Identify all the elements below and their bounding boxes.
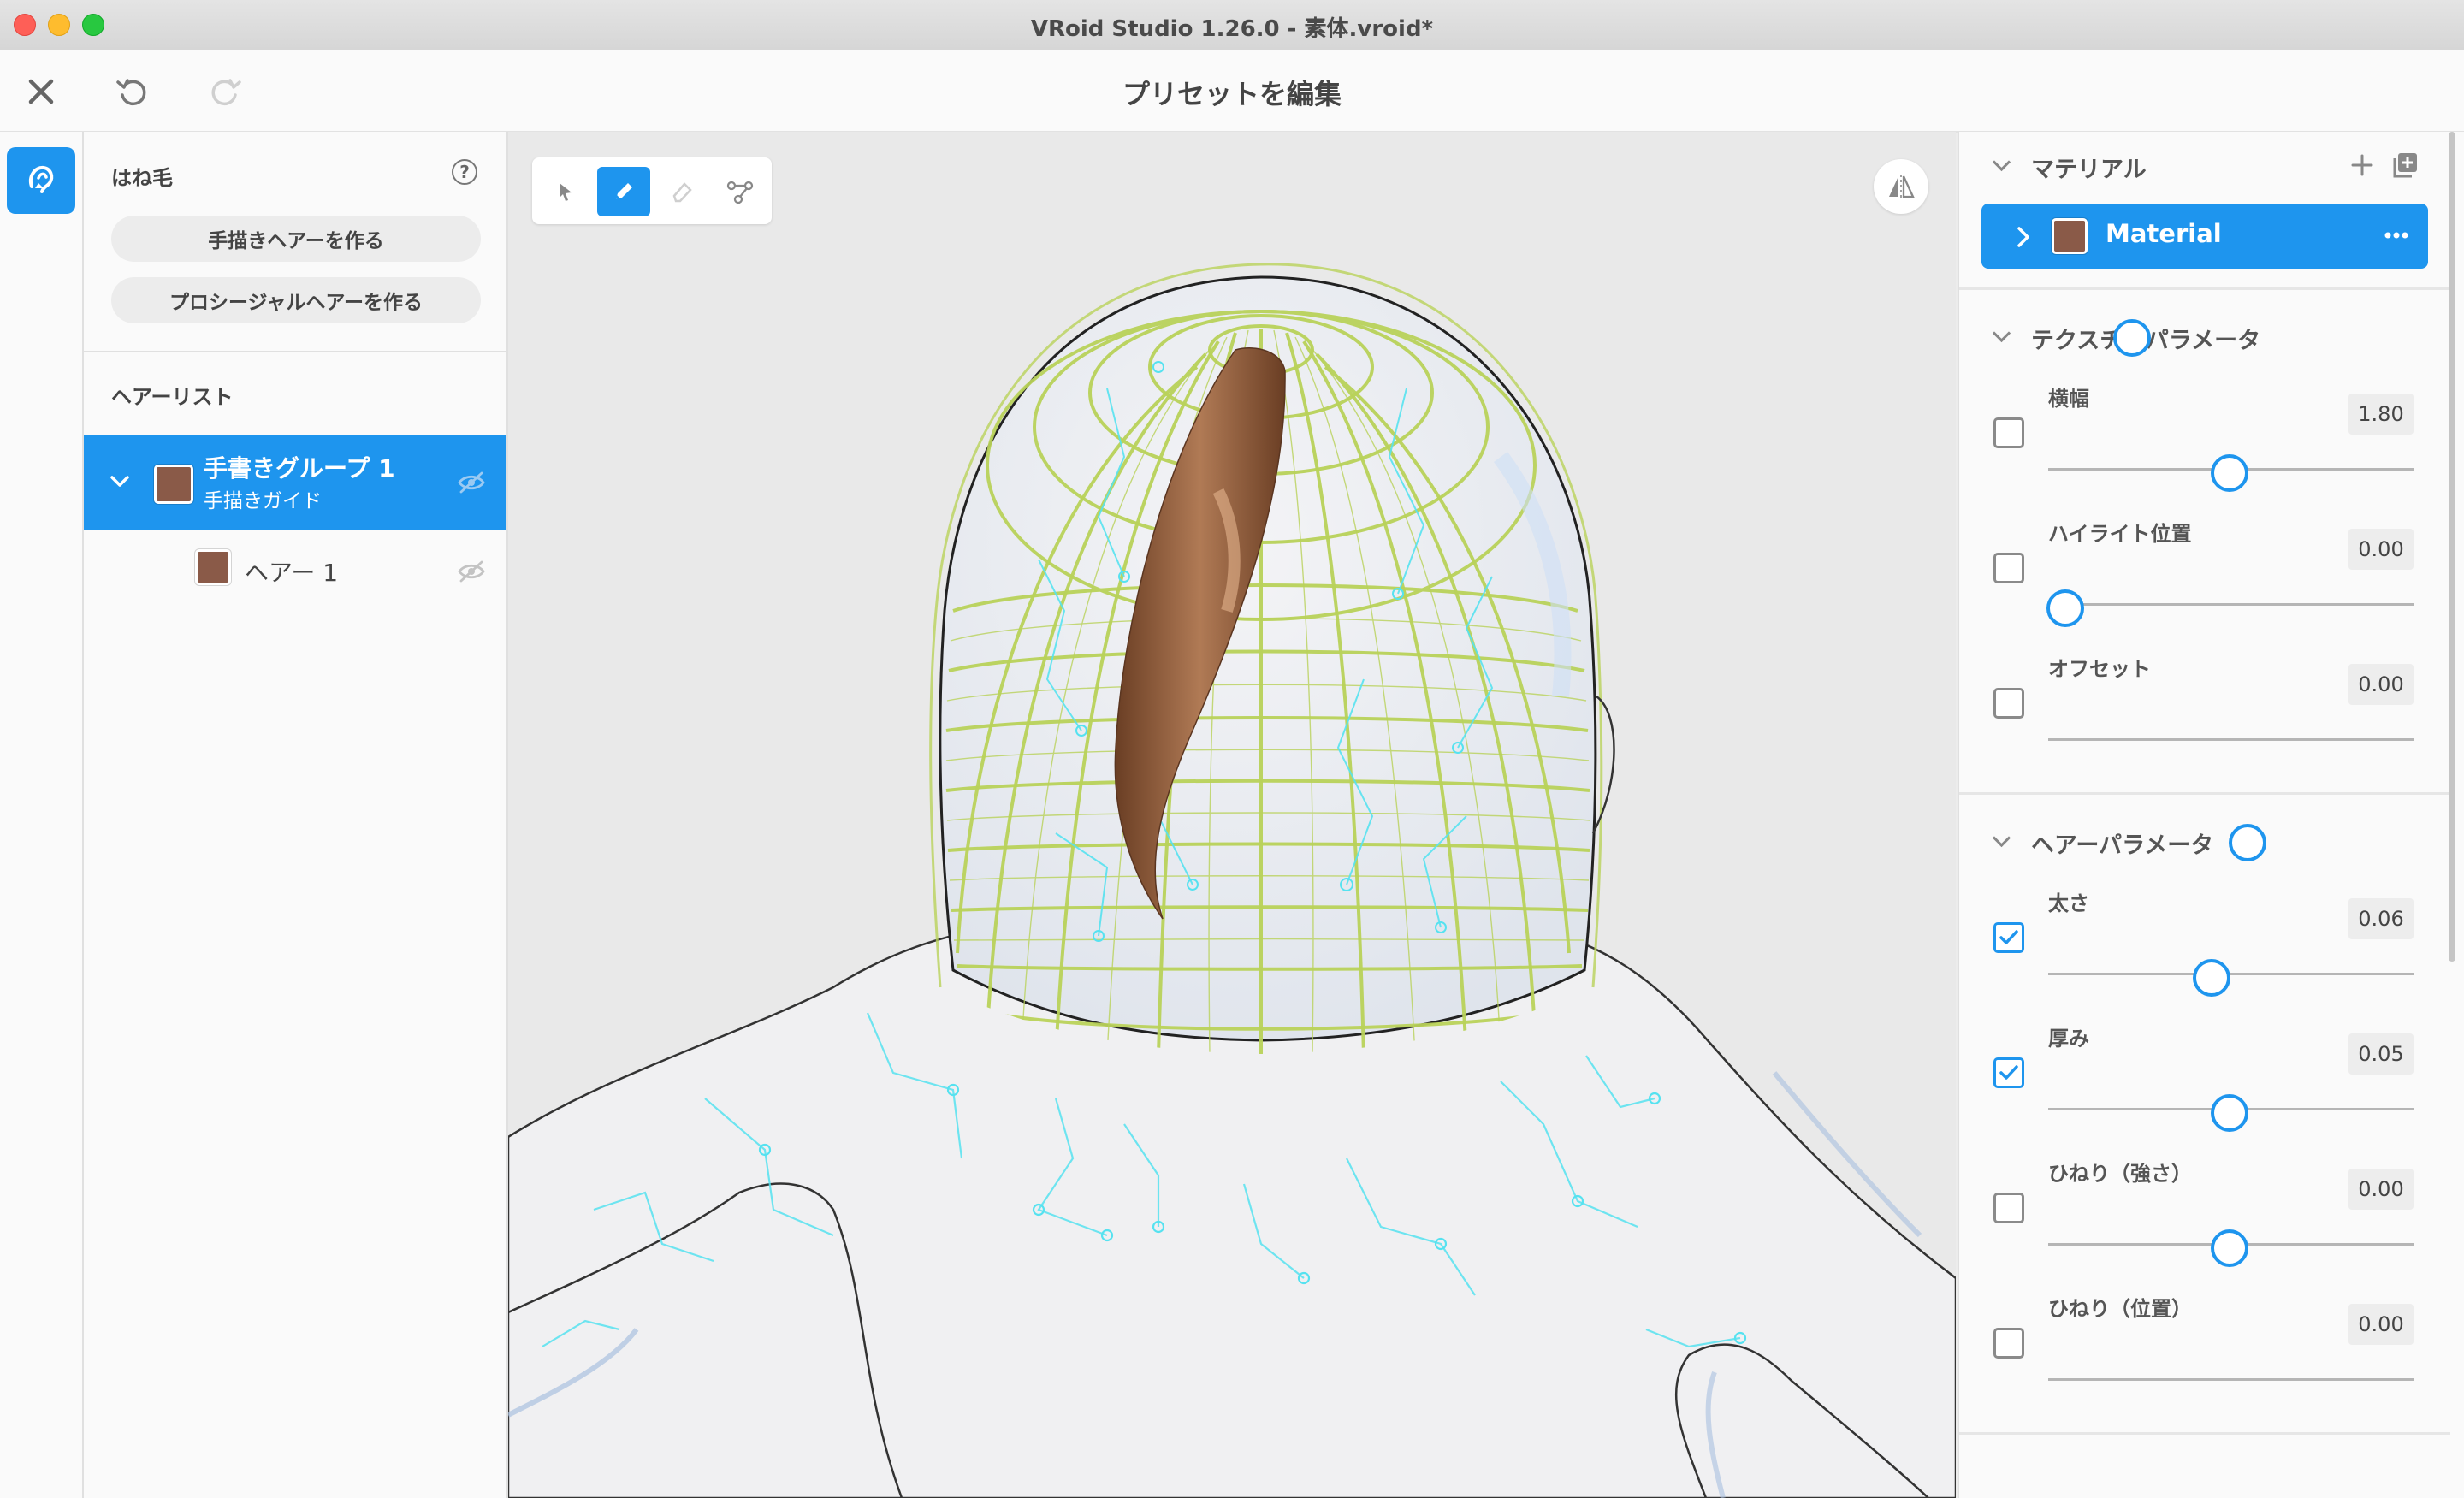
param-label: ひねり（強さ） (2048, 1162, 2192, 1186)
hair-params-header: ヘアーパラメータ (2031, 832, 2214, 859)
top-toolbar: プリセットを編集 (0, 50, 2464, 133)
param-label: 厚み (2048, 1027, 2089, 1051)
param-slider-thumb[interactable] (2113, 319, 2151, 357)
param-checkbox[interactable] (1993, 553, 2024, 583)
param-slider-track[interactable] (2048, 973, 2414, 975)
param-value-field[interactable]: 0.00 (2348, 1304, 2414, 1345)
path-node-icon (726, 181, 754, 204)
hair-list-panel: はね毛 ? 手描きヘアーを作る プロシージャルヘアーを作る ヘアーリスト 手書き… (84, 132, 508, 1498)
hair-color-swatch (195, 549, 231, 585)
param-slider-thumb[interactable] (2211, 1094, 2248, 1132)
tool-eraser[interactable] (655, 167, 708, 216)
param-checkbox[interactable] (1993, 1193, 2024, 1223)
plus-icon[interactable] (2349, 152, 2375, 178)
param-slider-thumb[interactable] (2229, 824, 2266, 861)
param-slider-thumb[interactable] (2193, 959, 2230, 997)
chevron-down-icon[interactable] (110, 474, 130, 489)
param-label: 太さ (2048, 891, 2089, 915)
hair-list-title: ヘアーリスト (111, 385, 234, 409)
more-dots-icon[interactable] (2384, 231, 2409, 240)
param-checkbox[interactable] (1993, 1328, 2024, 1359)
duplicate-icon[interactable] (2390, 151, 2420, 180)
param-value-field[interactable]: 0.00 (2348, 664, 2414, 705)
hair-group-row[interactable]: 手書きグループ 1 手描きガイド (84, 435, 506, 530)
visibility-hidden-icon[interactable] (457, 471, 486, 494)
param-value-field[interactable]: 0.00 (2348, 529, 2414, 570)
chevron-down-icon[interactable] (1992, 152, 2011, 172)
param-value-field[interactable]: 1.80 (2348, 394, 2414, 435)
section-title: はね毛 (111, 166, 173, 190)
param-slider-track[interactable] (2048, 603, 2414, 606)
hair-group-name: 手書きグループ 1 (204, 454, 395, 483)
tool-select[interactable] (539, 167, 592, 216)
properties-panel: マテリアル Material テクスチャパラメータ 横幅 1.80 ハイライト位… (1958, 132, 2464, 1498)
hair-group-subtitle: 手描きガイド (204, 490, 322, 512)
chevron-down-icon[interactable] (1992, 323, 2011, 343)
material-item[interactable]: Material (1981, 204, 2428, 269)
material-name: Material (2106, 219, 2222, 248)
mode-rail (0, 132, 84, 1498)
draw-tool-palette (532, 157, 772, 224)
hair-edit-mode-button[interactable] (7, 147, 75, 214)
param-label: ひねり（位置） (2048, 1297, 2192, 1321)
param-checkbox[interactable] (1993, 1057, 2024, 1088)
visibility-hidden-icon[interactable] (457, 560, 486, 583)
param-slider-track[interactable] (2048, 1378, 2414, 1381)
param-slider-thumb[interactable] (2211, 454, 2248, 492)
page-title: プリセットを編集 (1122, 78, 1342, 110)
select-arrow-icon (560, 183, 572, 201)
param-label: ハイライト位置 (2048, 522, 2192, 546)
help-icon[interactable]: ? (452, 159, 477, 185)
param-label: 横幅 (2048, 387, 2089, 411)
param-slider-thumb[interactable] (2211, 1229, 2248, 1267)
tool-pen[interactable] (597, 167, 650, 216)
create-procedural-hair-button[interactable]: プロシージャルヘアーを作る (111, 277, 481, 323)
mirror-toggle-button[interactable] (1874, 159, 1928, 214)
divider (1959, 792, 2450, 795)
window-titlebar: VRoid Studio 1.26.0 - 素体.vroid* (0, 0, 2464, 50)
model-render[interactable] (508, 132, 1956, 1498)
material-color-swatch (2052, 218, 2088, 254)
chevron-right-icon[interactable] (2016, 226, 2031, 248)
checkmark-icon (1999, 1065, 2018, 1080)
hair-group-color-swatch (154, 465, 193, 504)
hair-name: ヘアー 1 (245, 559, 339, 587)
create-handdrawn-hair-button[interactable]: 手描きヘアーを作る (111, 216, 481, 262)
material-header: マテリアル (2031, 157, 2147, 183)
param-checkbox[interactable] (1993, 417, 2024, 448)
3d-viewport[interactable] (508, 132, 1956, 1498)
divider (84, 351, 506, 352)
param-checkbox[interactable] (1993, 922, 2024, 953)
param-label: オフセット (2048, 657, 2151, 681)
window-title: VRoid Studio 1.26.0 - 素体.vroid* (1030, 16, 1434, 42)
param-slider-thumb[interactable] (2046, 589, 2084, 627)
checkmark-icon (1999, 930, 2018, 944)
pen-icon (616, 183, 632, 199)
param-value-field[interactable]: 0.00 (2348, 1169, 2414, 1210)
eraser-icon (672, 182, 692, 203)
hair-edit-icon (29, 165, 54, 193)
chevron-down-icon[interactable] (1992, 828, 2011, 848)
divider (1959, 1432, 2450, 1435)
param-value-field[interactable]: 0.06 (2348, 898, 2414, 939)
param-slider-track[interactable] (2048, 738, 2414, 741)
divider (1959, 287, 2450, 290)
hair-list-item[interactable]: ヘアー 1 (84, 534, 506, 604)
properties-scrollbar[interactable] (2449, 132, 2455, 962)
param-checkbox[interactable] (1993, 688, 2024, 719)
tool-path[interactable] (714, 167, 767, 216)
mirror-symmetry-icon (1889, 175, 1915, 198)
param-value-field[interactable]: 0.05 (2348, 1033, 2414, 1075)
